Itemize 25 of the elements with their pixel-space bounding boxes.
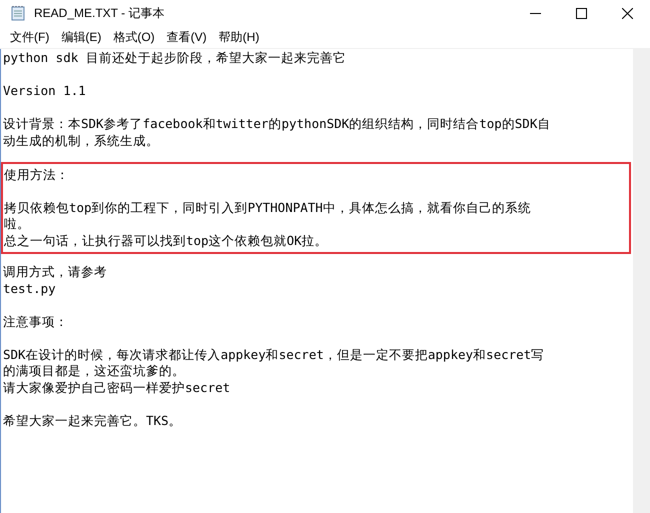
notepad-icon	[10, 5, 26, 21]
menu-item[interactable]: 帮助(H)	[212, 26, 266, 48]
text-line: python sdk 目前还处于起步阶段，希望大家一起来完善它	[3, 50, 347, 66]
close-icon	[622, 8, 632, 18]
text-line: 使用方法：	[4, 166, 70, 183]
text-line: test.py	[3, 280, 57, 297]
text-line: 设计背景：本SDK参考了facebook和twitter的pythonSDK的组织结构，同时结合top的SDK自	[3, 116, 552, 132]
text-line: 注意事项：	[3, 314, 69, 330]
text-line: 希望大家一起来完善它。TKS。	[3, 412, 183, 429]
menu-item[interactable]: 查看(V)	[160, 26, 213, 48]
text-line: 总之一句话，让执行器可以找到top这个依赖包就OK拉。	[4, 232, 329, 249]
menu-item[interactable]: 编辑(E)	[55, 26, 108, 48]
maximize-icon	[576, 8, 586, 18]
text-line: 拷贝依赖包top到你的工程下，同时引入到PYTHONPATH中，具体怎么搞，就看你自己的系统	[4, 200, 532, 216]
text-line: 啦。	[4, 216, 31, 232]
text-line: 请大家像爱护自己密码一样爱护secret	[3, 380, 232, 396]
text-line: Version 1.1	[3, 83, 87, 100]
text-line: 调用方式，请参考	[3, 264, 108, 280]
window-title: READ_ME.TXT - 记事本	[34, 4, 166, 22]
menu-item[interactable]: 格式(O)	[107, 26, 161, 48]
text-line: SDK在设计的时候，每次请求都让传入appkey和secret，但是一定不要把appkey和secret写	[3, 346, 546, 363]
text-line: 动生成的机制，系统生成。	[3, 132, 160, 149]
text-line: 的满项目都是，这还蛮坑爹的。	[3, 363, 186, 380]
minimize-icon	[530, 12, 540, 14]
menu-item[interactable]: 文件(F)	[4, 26, 56, 48]
